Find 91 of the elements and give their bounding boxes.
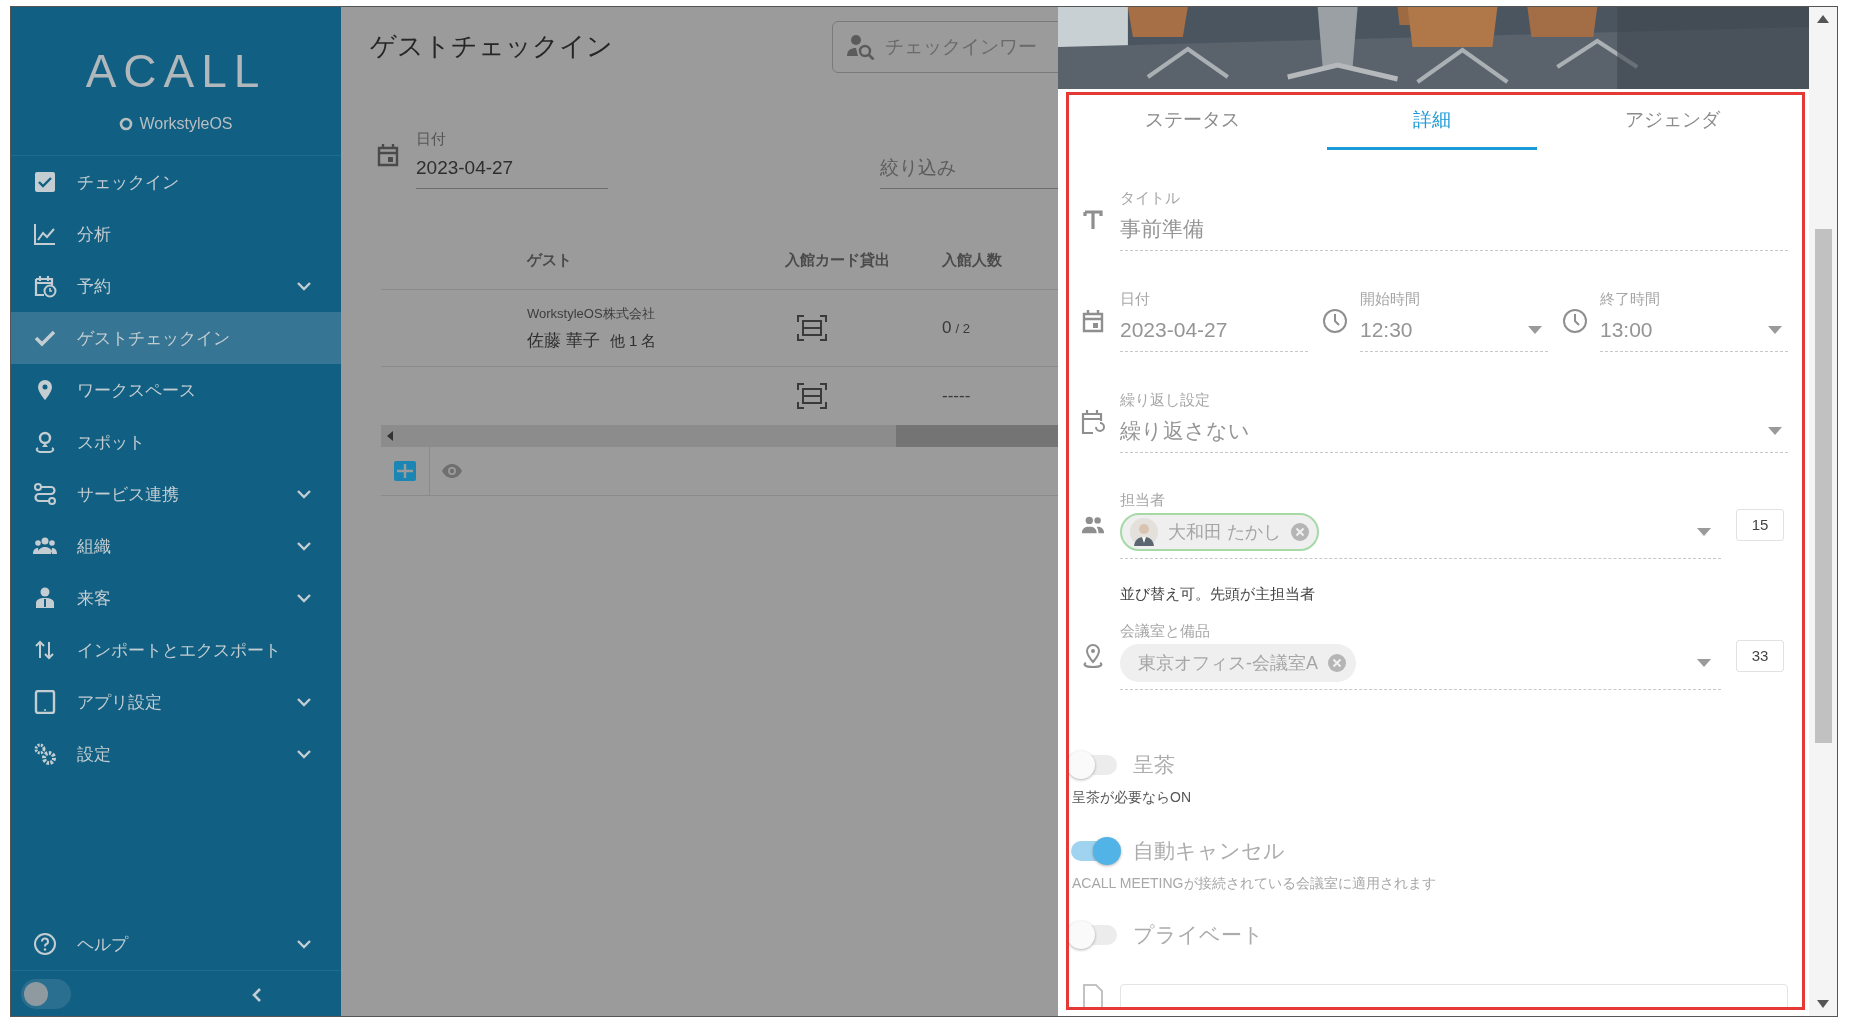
date-field[interactable]: 日付 2023-04-27 xyxy=(1120,289,1308,352)
person-chip[interactable]: 大和田 たかし xyxy=(1120,513,1319,551)
count-badge: 33 xyxy=(1736,639,1784,672)
guest-name: 佐藤 華子 xyxy=(527,330,600,350)
help-icon xyxy=(33,932,57,956)
nav-item[interactable]: アプリ設定 xyxy=(11,676,341,728)
chevron-down-icon xyxy=(296,541,312,551)
route-icon xyxy=(33,482,57,506)
nav-item[interactable]: インポートとエクスポート xyxy=(11,624,341,676)
entry-count: 0 xyxy=(942,318,952,337)
field-hint: 並び替え可。先頭が主担当者 xyxy=(1120,585,1316,604)
card-reader-icon xyxy=(797,315,827,341)
nav-item[interactable]: 設定 xyxy=(11,728,341,780)
toggle-hint: 呈茶が必要ならON xyxy=(1072,789,1192,806)
caret-icon xyxy=(1768,326,1782,334)
toggle-label: プライベート xyxy=(1133,922,1264,948)
calendar-repeat-icon xyxy=(1081,408,1105,435)
toggle-hint: ACALL MEETINGが接続されている会議室に適用されます xyxy=(1072,875,1437,892)
grid-view-icon xyxy=(393,459,417,483)
chevron-down-icon xyxy=(296,697,312,707)
horizontal-scrollbar[interactable] xyxy=(381,425,1058,447)
nav-item[interactable]: ゲストチェックイン xyxy=(11,312,341,364)
scroll-up-icon xyxy=(1817,15,1829,23)
tablet-icon xyxy=(33,690,57,714)
text-icon xyxy=(1082,208,1104,231)
entry-count: ----- xyxy=(942,386,971,405)
chevron-down-icon xyxy=(296,749,312,759)
ring-icon xyxy=(119,117,134,131)
product-name: WorkstyleOS xyxy=(139,115,233,133)
card-reader-icon xyxy=(797,383,827,409)
room-chip[interactable]: 東京オフィス-会議室A xyxy=(1120,644,1356,682)
remove-icon xyxy=(1328,654,1346,672)
up-down-arrows-icon xyxy=(33,638,57,662)
caret-icon xyxy=(1697,659,1711,667)
caret-icon xyxy=(1528,326,1542,334)
caret-icon xyxy=(1768,427,1782,435)
document-icon xyxy=(1082,984,1104,1007)
scroll-left-icon xyxy=(387,431,395,441)
nav-item[interactable]: ヘルプ xyxy=(11,918,341,971)
line-chart-icon xyxy=(33,222,57,246)
theme-toggle[interactable] xyxy=(21,978,71,1009)
clock-icon xyxy=(1562,307,1588,334)
nav-item[interactable]: チェックイン xyxy=(11,156,341,208)
nav-item[interactable]: 組織 xyxy=(11,520,341,572)
chevron-down-icon xyxy=(296,489,312,499)
room-field[interactable]: 会議室と備品 東京オフィス-会議室A xyxy=(1120,621,1721,690)
tab[interactable]: 詳細 xyxy=(1312,95,1552,150)
end-time-field[interactable]: 終了時間 13:00 xyxy=(1600,289,1788,352)
entry-capacity: / 2 xyxy=(955,321,970,336)
page-title: ゲストチェックイン xyxy=(370,29,614,63)
logo: ACALL xyxy=(85,44,267,99)
location-pin-icon xyxy=(1082,642,1104,669)
nav-item[interactable]: スポット xyxy=(11,416,341,468)
gears-icon xyxy=(33,742,57,766)
checkbox-icon xyxy=(33,170,57,194)
toggle-label: 自動キャンセル xyxy=(1133,838,1285,864)
person-icon xyxy=(33,586,57,610)
chevron-down-icon xyxy=(296,281,312,291)
toggle-label: 呈茶 xyxy=(1133,752,1175,778)
person-pin-icon xyxy=(33,430,57,454)
tab[interactable]: アジェンダ xyxy=(1552,95,1792,150)
nav-item[interactable]: 予約 xyxy=(11,260,341,312)
column-header: 入館カード貸出 xyxy=(785,250,890,268)
group-icon xyxy=(1081,514,1105,535)
start-time-field[interactable]: 開始時間 12:30 xyxy=(1360,289,1548,352)
chevron-down-icon xyxy=(296,939,312,949)
count-badge: 15 xyxy=(1736,508,1784,541)
nav-item[interactable]: サービス連携 xyxy=(11,468,341,520)
nav-item[interactable]: ワークスペース xyxy=(11,364,341,416)
others-count: 他 1 名 xyxy=(609,331,657,349)
calendar-icon xyxy=(1082,308,1104,333)
nav-item[interactable]: 分析 xyxy=(11,208,341,260)
nav-item[interactable]: 来客 xyxy=(11,572,341,624)
person-search-icon xyxy=(847,34,875,60)
remove-icon xyxy=(1291,523,1309,541)
tab[interactable]: ステータス xyxy=(1072,95,1312,150)
eye-icon xyxy=(441,463,463,479)
date-field[interactable]: 日付 2023-04-27 xyxy=(416,130,609,189)
column-header: ゲスト xyxy=(527,250,572,268)
repeat-field[interactable]: 繰り返し設定 繰り返さない xyxy=(1120,390,1788,453)
title-field[interactable]: タイトル 事前準備 xyxy=(1120,188,1788,251)
clock-icon xyxy=(1322,307,1348,334)
vertical-scrollbar[interactable] xyxy=(1809,7,1837,1016)
scroll-down-icon xyxy=(1817,1000,1829,1008)
calendar-icon xyxy=(377,143,399,167)
company-name: WorkstyleOS株式会社 xyxy=(527,304,656,323)
host-field[interactable]: 担当者 大和田 たかし xyxy=(1120,490,1721,559)
column-header: 入館人数 xyxy=(942,250,1002,268)
caret-icon xyxy=(1697,528,1711,536)
chevron-down-icon xyxy=(296,593,312,603)
calendar-clock-icon xyxy=(33,274,57,298)
